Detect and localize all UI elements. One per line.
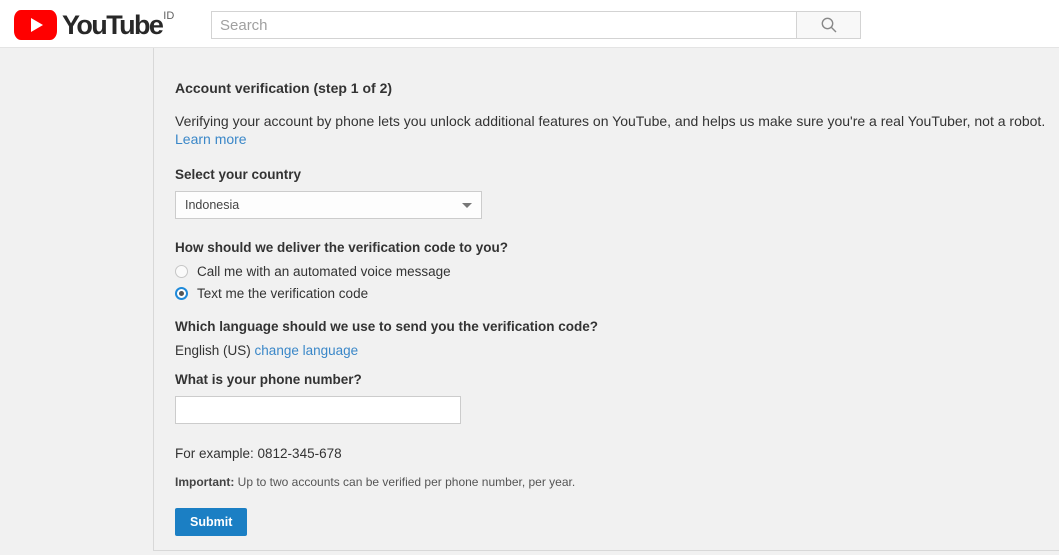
- important-note-prefix: Important:: [175, 475, 235, 489]
- app-header: YouTube ID: [0, 0, 1059, 48]
- submit-button[interactable]: Submit: [175, 508, 248, 536]
- chevron-down-icon: [462, 202, 472, 208]
- important-note: Important: Up to two accounts can be ver…: [175, 475, 1059, 489]
- radio-option-text-message[interactable]: Text me the verification code: [175, 286, 1059, 301]
- important-note-text: Up to two accounts can be verified per p…: [234, 475, 576, 489]
- country-select-value: Indonesia: [185, 198, 240, 212]
- phone-number-label: What is your phone number?: [175, 372, 362, 387]
- change-language-link[interactable]: change language: [255, 343, 359, 358]
- radio-indicator: [175, 265, 188, 278]
- logo-country-suffix: ID: [163, 9, 175, 22]
- radio-option-label: Text me the verification code: [197, 286, 369, 301]
- country-label: Select your country: [175, 167, 302, 182]
- search-icon: [821, 17, 836, 33]
- learn-more-link[interactable]: Learn more: [175, 131, 247, 147]
- language-row: English (US) change language: [175, 343, 1059, 358]
- intro-paragraph: Verifying your account by phone lets you…: [175, 112, 1059, 148]
- radio-option-voice-call[interactable]: Call me with an automated voice message: [175, 264, 1059, 279]
- page-title: Account verification (step 1 of 2): [175, 80, 393, 96]
- search-input[interactable]: [211, 11, 796, 39]
- phone-number-input[interactable]: [175, 396, 461, 424]
- verification-panel: Account verification (step 1 of 2) Verif…: [153, 48, 1059, 551]
- search-button[interactable]: [796, 11, 861, 39]
- radio-option-label: Call me with an automated voice message: [197, 264, 451, 279]
- left-sidebar-column: [0, 48, 153, 555]
- country-select[interactable]: Indonesia: [175, 191, 482, 219]
- logo-wordmark: YouTube: [62, 9, 164, 40]
- search-area: [211, 11, 861, 39]
- intro-text: Verifying your account by phone lets you…: [175, 113, 1046, 129]
- phone-example-text: For example: 0812-345-678: [175, 446, 342, 461]
- radio-indicator-selected: [175, 287, 188, 300]
- language-label: Which language should we use to send you…: [175, 319, 599, 334]
- page-body: Account verification (step 1 of 2) Verif…: [0, 48, 1059, 555]
- current-language: English (US): [175, 343, 251, 358]
- youtube-logo[interactable]: YouTube ID: [14, 9, 175, 40]
- youtube-play-icon: [14, 9, 57, 40]
- delivery-method-label: How should we deliver the verification c…: [175, 240, 509, 255]
